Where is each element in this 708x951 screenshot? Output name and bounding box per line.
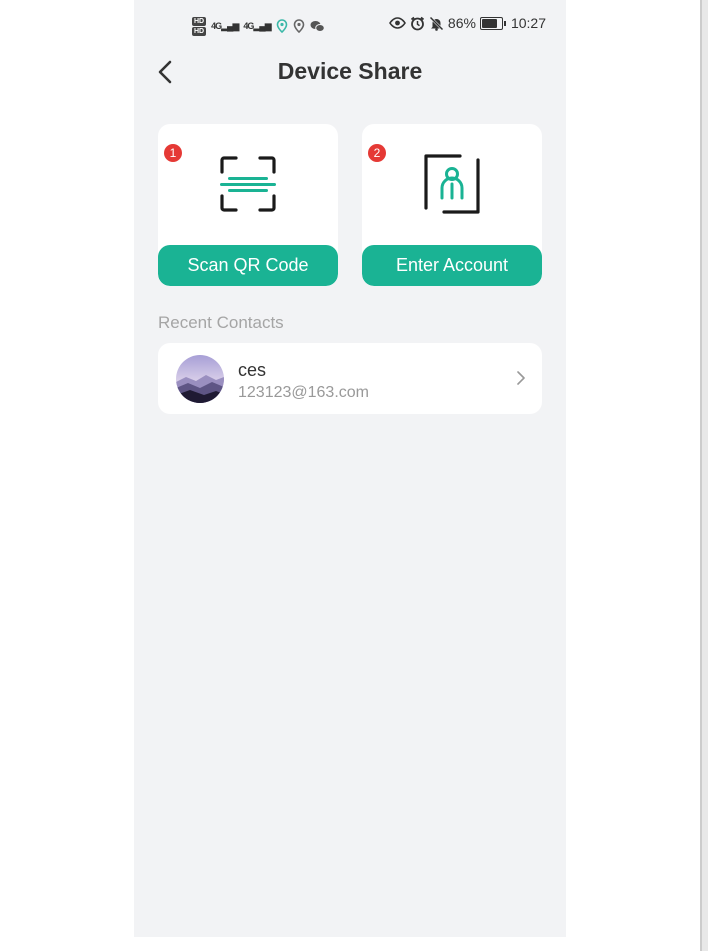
- battery-percent: 86%: [447, 15, 476, 31]
- page-title: Device Share: [277, 58, 423, 84]
- chevron-right-icon: [517, 371, 525, 385]
- phone-screen: HD HD 4G▂▄▆ 4G▂▄▆ 86% 10:27 Device Share…: [134, 0, 566, 937]
- status-left: HD HD 4G▂▄▆ 4G▂▄▆: [192, 13, 325, 39]
- avatar-image: [176, 355, 224, 403]
- signal-label: 4G: [211, 20, 222, 31]
- signal-icon: 4G▂▄▆: [211, 20, 239, 31]
- scan-qr-card[interactable]: 1 Scan QR Code: [158, 124, 338, 286]
- mute-icon: [429, 16, 444, 31]
- status-bar: HD HD 4G▂▄▆ 4G▂▄▆ 86% 10:27: [134, 0, 566, 50]
- scan-qr-button[interactable]: Scan QR Code: [158, 245, 338, 286]
- qr-scan-icon: [220, 156, 276, 212]
- contact-email: 123123@163.com: [238, 384, 369, 401]
- wechat-icon: [310, 20, 325, 32]
- signal-label: 4G: [243, 20, 254, 31]
- step-badge: 2: [368, 144, 386, 162]
- enter-account-card[interactable]: 2 Enter Account: [362, 124, 542, 286]
- background-window-edge: [700, 0, 708, 951]
- recent-contacts-heading: Recent Contacts: [158, 313, 284, 332]
- enter-account-button[interactable]: Enter Account: [362, 245, 542, 286]
- battery-icon: [479, 16, 506, 30]
- contact-name: ces: [238, 360, 267, 380]
- alarm-icon: [410, 16, 424, 30]
- hd-indicator: HD HD: [192, 16, 207, 36]
- eye-icon: [388, 17, 406, 29]
- signal-icon: 4G▂▄▆: [243, 20, 271, 31]
- hd-label-top: HD: [192, 16, 207, 26]
- step-badge: 1: [164, 144, 182, 162]
- contact-row[interactable]: ces 123123@163.com: [158, 343, 542, 414]
- status-right: 86% 10:27: [388, 15, 546, 31]
- location-icon: [276, 19, 287, 33]
- avatar: [176, 355, 224, 403]
- clock: 10:27: [510, 15, 546, 31]
- hd-label-bottom: HD: [192, 26, 207, 36]
- location-icon: [293, 19, 304, 33]
- account-icon: [424, 154, 480, 214]
